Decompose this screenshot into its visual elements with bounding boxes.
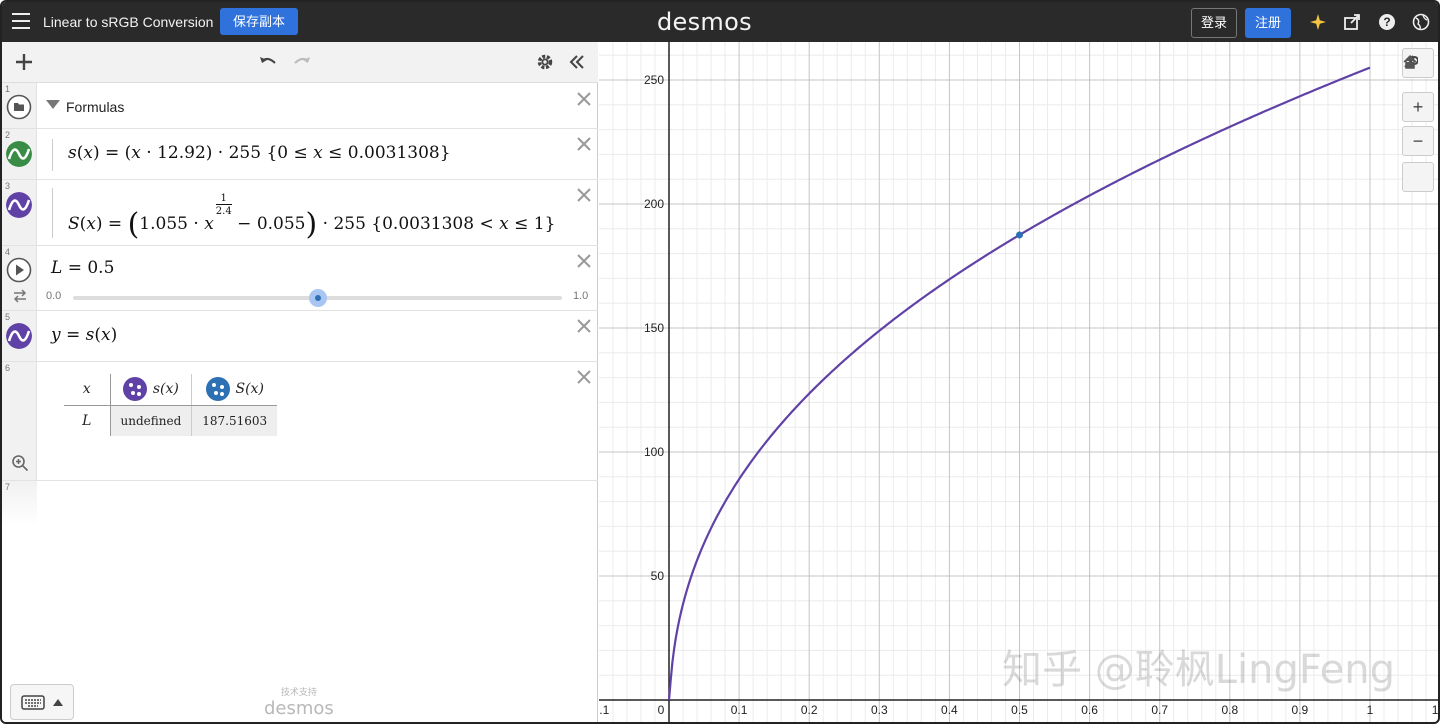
expression-row-y[interactable]: 5 y = s(x) bbox=[2, 311, 598, 362]
expression-toolbar bbox=[2, 42, 598, 83]
menu-icon[interactable] bbox=[12, 13, 30, 29]
table-cell[interactable]: undefined bbox=[110, 405, 193, 436]
redo-icon[interactable] bbox=[292, 52, 312, 72]
watermark: 知乎 @聆枫LingFeng bbox=[1002, 647, 1396, 693]
expression-row-s[interactable]: 2 s(x) = (x · 12.92) · 255 {0 ≤ x ≤ 0.00… bbox=[2, 129, 598, 180]
svg-text:?: ? bbox=[1383, 15, 1390, 29]
x-tick-label: 1.1 bbox=[1432, 703, 1440, 717]
save-copy-button[interactable]: 保存副本 bbox=[220, 8, 299, 35]
expression-row-folder[interactable]: 1 Formulas bbox=[2, 83, 598, 129]
table-row[interactable]: L undefined 187.51603 bbox=[64, 405, 278, 436]
folder-icon bbox=[6, 94, 32, 120]
graph-line-purple-icon[interactable] bbox=[6, 323, 32, 349]
x-tick-label: 0.9 bbox=[1292, 703, 1309, 717]
table-header-s[interactable]: s(x) bbox=[110, 374, 193, 406]
table-cell[interactable]: 187.51603 bbox=[191, 405, 278, 436]
slider-min[interactable]: 0.0 bbox=[46, 290, 61, 302]
table-header-S[interactable]: S(x) bbox=[191, 374, 278, 406]
delete-expression-icon[interactable] bbox=[576, 91, 592, 107]
slider-expression[interactable]: L = 0.5 bbox=[51, 258, 114, 278]
table-header-x[interactable]: x bbox=[64, 374, 111, 406]
globe-icon[interactable] bbox=[1412, 13, 1430, 31]
delete-expression-icon[interactable] bbox=[576, 136, 592, 152]
login-button[interactable]: 登录 bbox=[1191, 8, 1237, 38]
expression-formula-y[interactable]: y = s(x) bbox=[51, 325, 117, 345]
delete-expression-icon[interactable] bbox=[576, 369, 592, 385]
x-tick-label: 0 bbox=[658, 703, 665, 717]
folder-label[interactable]: Formulas bbox=[66, 99, 124, 115]
y-tick-label: 250 bbox=[644, 73, 664, 87]
graph-paper[interactable]: -0.1 0 0.1 0.2 0.3 0.4 0.5 0.6 0.7 0.8 0.9 1 1.1 50 10… bbox=[599, 42, 1440, 724]
home-icon[interactable] bbox=[1402, 54, 1434, 192]
delete-expression-icon[interactable] bbox=[576, 253, 592, 269]
expression-panel: 1 Formulas 2 s(x) = (x · 12.92) · 255 {0… bbox=[2, 42, 598, 722]
x-tick-label: 0.2 bbox=[801, 703, 818, 717]
graph-line-purple-icon[interactable] bbox=[6, 192, 32, 218]
points-purple-icon[interactable] bbox=[122, 377, 147, 402]
x-tick-label: -0.1 bbox=[599, 703, 610, 717]
keyboard-icon bbox=[21, 695, 45, 710]
x-tick-label: 0.6 bbox=[1081, 703, 1098, 717]
add-icon[interactable] bbox=[14, 52, 34, 72]
graph-canvas[interactable]: -0.1 0 0.1 0.2 0.3 0.4 0.5 0.6 0.7 0.8 0.9 1 1.1 50 10… bbox=[599, 42, 1440, 724]
x-tick-label: 1 bbox=[1367, 703, 1374, 717]
x-tick-label: 0.1 bbox=[731, 703, 748, 717]
zoom-out-icon[interactable]: − bbox=[1402, 126, 1434, 156]
play-icon[interactable] bbox=[6, 257, 32, 283]
x-tick-label: 0.3 bbox=[871, 703, 888, 717]
x-tick-label: 0.5 bbox=[1011, 703, 1028, 717]
zoom-in-icon[interactable]: + bbox=[1402, 92, 1434, 122]
top-bar: Linear to sRGB Conversion 保存副本 desmos 登录… bbox=[2, 2, 1438, 42]
help-icon[interactable]: ? bbox=[1378, 13, 1396, 31]
expression-formula-S[interactable]: S(x) = (1.055 · x 1 2.4 − 0.055) · 255 {0.… bbox=[68, 193, 555, 242]
y-tick-label: 200 bbox=[644, 197, 664, 211]
graph-title[interactable]: Linear to sRGB Conversion bbox=[43, 14, 213, 30]
share-icon[interactable] bbox=[1343, 13, 1361, 31]
x-tick-label: 0.4 bbox=[941, 703, 958, 717]
slider-max[interactable]: 1.0 bbox=[573, 290, 588, 302]
desmos-logo: desmos bbox=[657, 8, 752, 36]
slider-thumb[interactable] bbox=[308, 289, 327, 307]
undo-icon[interactable] bbox=[258, 52, 278, 72]
delete-expression-icon[interactable] bbox=[576, 318, 592, 334]
sparkle-icon[interactable] bbox=[1309, 13, 1327, 31]
settings-gear-icon[interactable] bbox=[535, 52, 555, 72]
x-tick-label: 0.7 bbox=[1151, 703, 1168, 717]
zoom-fit-icon[interactable] bbox=[11, 454, 29, 472]
desmos-app: Linear to sRGB Conversion 保存副本 desmos 登录… bbox=[0, 0, 1440, 724]
point-L[interactable] bbox=[1016, 231, 1023, 239]
expression-row-S[interactable]: 3 S(x) = (1.055 · x 1 2.4 − 0.055) · 255 {… bbox=[2, 180, 598, 246]
loop-icon[interactable] bbox=[12, 289, 28, 303]
expression-formula-s[interactable]: s(x) = (x · 12.92) · 255 {0 ≤ x ≤ 0.0031… bbox=[68, 143, 451, 163]
expression-row-empty[interactable]: 7 bbox=[2, 481, 37, 526]
points-blue-icon[interactable] bbox=[205, 377, 230, 402]
chevron-down-icon[interactable] bbox=[46, 100, 60, 110]
keyboard-toggle-button[interactable] bbox=[10, 684, 74, 720]
y-tick-label: 50 bbox=[651, 569, 665, 583]
caret-up-icon bbox=[53, 699, 63, 706]
x-tick-label: 0.8 bbox=[1221, 703, 1238, 717]
y-tick-label: 150 bbox=[644, 321, 664, 335]
powered-by-desmos[interactable]: 技术支持 desmos bbox=[264, 685, 334, 719]
graph-line-green-icon[interactable] bbox=[6, 141, 32, 167]
delete-expression-icon[interactable] bbox=[576, 187, 592, 203]
y-tick-label: 100 bbox=[644, 445, 664, 459]
expression-row-slider[interactable]: 4 L = 0.5 0.0 1.0 bbox=[2, 246, 598, 311]
collapse-panel-icon[interactable] bbox=[567, 52, 587, 72]
expression-row-table[interactable]: 6 x s(x) S(x) L undefined 187.51603 bbox=[2, 362, 598, 481]
table-cell[interactable]: L bbox=[64, 405, 111, 436]
data-table[interactable]: x s(x) S(x) L undefined 187.51603 bbox=[64, 374, 278, 436]
signup-button[interactable]: 注册 bbox=[1245, 8, 1291, 38]
graph-controls: + − bbox=[1402, 48, 1434, 196]
